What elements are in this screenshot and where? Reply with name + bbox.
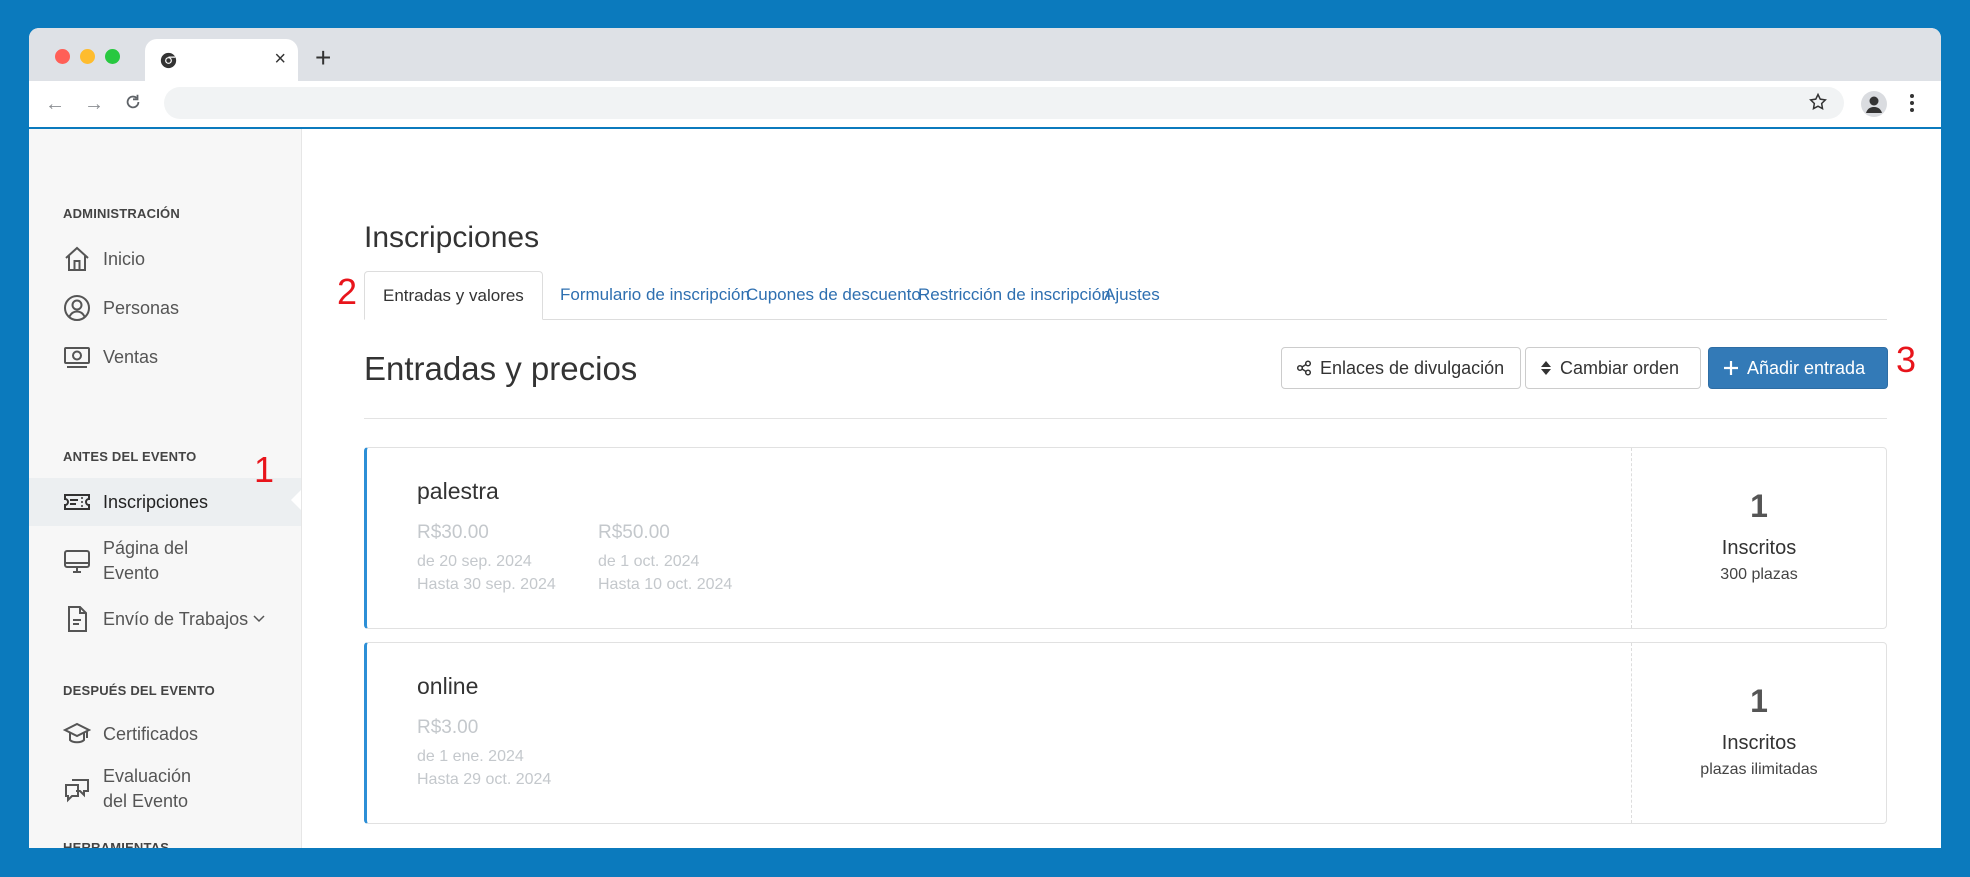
change-order-button[interactable]: Cambiar orden — [1525, 347, 1701, 389]
forward-arrow-icon[interactable]: → — [84, 93, 104, 115]
price-start-date: de 20 sep. 2024 — [417, 553, 532, 570]
sidebar-item-ventas[interactable]: Ventas — [29, 335, 301, 379]
user-circle-icon — [63, 294, 91, 322]
callout-3: 3 — [1896, 339, 1917, 380]
bookmark-star-icon[interactable] — [1808, 92, 1828, 117]
close-tab-icon[interactable]: × — [274, 47, 286, 71]
divider — [364, 418, 1887, 419]
sidebar-section-administracion: ADMINISTRACIÓN — [63, 206, 180, 221]
sidebar-item-label: Inscripciones — [103, 491, 209, 512]
page-title: Inscripciones — [364, 221, 540, 254]
ticket-card[interactable]: palestra R$30.00 de 20 sep. 2024 Hasta 3… — [364, 447, 1887, 629]
home-icon — [63, 245, 91, 273]
share-links-button[interactable]: Enlaces de divulgación — [1281, 347, 1521, 389]
sidebar-item-personas[interactable]: Personas — [29, 286, 301, 330]
menu-kebab-icon[interactable] — [1909, 93, 1915, 118]
sidebar-item-label: del Evento — [103, 791, 189, 811]
tab-entradas-y-valores[interactable]: Entradas y valores — [364, 271, 543, 320]
address-bar[interactable] — [164, 87, 1844, 119]
tab-ajustes[interactable]: Ajustes — [1086, 271, 1178, 319]
browser-tabstrip: × + — [29, 28, 1941, 81]
callout-2: 2 — [337, 271, 358, 312]
plus-icon — [1723, 360, 1739, 376]
profile-avatar-icon[interactable] — [1861, 91, 1887, 117]
ticket-icon — [63, 488, 91, 516]
maximize-window-button[interactable] — [105, 49, 120, 64]
price-amount: R$50.00 — [598, 522, 670, 543]
graduation-cap-icon — [62, 720, 92, 748]
sidebar-section-despues-del-evento: DESPUÉS DEL EVENTO — [63, 683, 215, 698]
ticket-name: palestra — [417, 478, 499, 504]
ticket-card[interactable]: online R$3.00 de 1 ene. 2024 Hasta 29 oc… — [364, 642, 1887, 824]
sidebar-item-label: Certificados — [103, 723, 199, 744]
registered-label: Inscritos — [1721, 537, 1797, 559]
sidebar-item-label: Ventas — [103, 346, 159, 367]
sidebar-item-envio-de-trabajos[interactable]: Envío de Trabajos — [29, 597, 301, 641]
price-end-date: Hasta 30 sep. 2024 — [417, 576, 556, 593]
close-window-button[interactable] — [55, 49, 70, 64]
sidebar-item-inicio[interactable]: Inicio — [29, 237, 301, 281]
money-icon — [63, 343, 91, 371]
sidebar-item-label: Evento — [103, 563, 160, 583]
registered-count: 1 — [1750, 488, 1768, 524]
change-order-label: Cambiar orden — [1560, 357, 1680, 378]
ticket-name: online — [417, 673, 479, 699]
sidebar-item-certificados[interactable]: Certificados — [29, 712, 301, 756]
ticket-price-period: R$50.00 de 1 oct. 2024 Hasta 10 oct. 202… — [598, 522, 732, 596]
sidebar-item-label: Envío de Trabajos — [103, 608, 249, 629]
capacity-label: 300 plazas — [1720, 566, 1798, 583]
price-start-date: de 1 ene. 2024 — [417, 748, 524, 765]
main-content: Inscripciones Entradas y valores Formula… — [302, 129, 1941, 848]
registered-label: Inscritos — [1721, 732, 1797, 754]
share-icon — [1296, 360, 1312, 376]
browser-window: × + ← → ADMINISTRACIÓN Inicio Personas V… — [29, 28, 1941, 848]
sidebar-item-label: Página del — [103, 538, 189, 558]
minimize-window-button[interactable] — [80, 49, 95, 64]
callout-1: 1 — [254, 449, 275, 490]
chat-bubbles-icon — [63, 775, 91, 803]
browser-tab[interactable]: × — [145, 39, 298, 81]
sidebar-item-evaluacion-del-evento[interactable]: Evaluación del Evento — [29, 761, 301, 817]
price-end-date: Hasta 29 oct. 2024 — [417, 771, 552, 788]
browser-toolbar: ← → — [29, 81, 1941, 129]
add-ticket-label: Añadir entrada — [1747, 357, 1866, 378]
chrome-icon — [160, 52, 177, 74]
sidebar-section-antes-del-evento: ANTES DEL EVENTO — [63, 449, 197, 464]
capacity-label: plazas ilimitadas — [1700, 761, 1818, 778]
tab-bar: Entradas y valores Formulario de inscrip… — [364, 271, 1887, 320]
sidebar-item-label: Personas — [103, 297, 180, 318]
price-amount: R$3.00 — [417, 717, 479, 738]
price-amount: R$30.00 — [417, 522, 489, 543]
ticket-stats: 1 Inscritos plazas ilimitadas — [1631, 643, 1886, 823]
reload-icon[interactable] — [124, 93, 142, 116]
monitor-icon — [63, 547, 91, 575]
registered-count: 1 — [1750, 683, 1768, 719]
sort-icon — [1540, 360, 1552, 376]
price-end-date: Hasta 10 oct. 2024 — [598, 576, 733, 593]
sidebar-item-label: Inicio — [103, 248, 146, 269]
section-title: Entradas y precios — [364, 350, 638, 387]
new-tab-button[interactable]: + — [315, 44, 331, 72]
sidebar-section-herramientas: HERRAMIENTAS — [63, 840, 170, 848]
add-ticket-button[interactable]: Añadir entrada — [1708, 347, 1888, 389]
sidebar-item-pagina-del-evento[interactable]: Página del Evento — [29, 533, 301, 589]
back-arrow-icon[interactable]: ← — [45, 93, 65, 115]
chevron-down-icon[interactable] — [253, 611, 265, 629]
ticket-price-period: R$30.00 de 20 sep. 2024 Hasta 30 sep. 20… — [417, 522, 556, 596]
active-indicator — [291, 490, 301, 510]
ticket-stats: 1 Inscritos 300 plazas — [1631, 448, 1886, 628]
price-start-date: de 1 oct. 2024 — [598, 553, 700, 570]
share-links-label: Enlaces de divulgación — [1320, 357, 1505, 378]
sidebar-item-label: Evaluación — [103, 766, 192, 786]
ticket-price-period: R$3.00 de 1 ene. 2024 Hasta 29 oct. 2024 — [417, 717, 551, 791]
document-icon — [63, 605, 91, 633]
